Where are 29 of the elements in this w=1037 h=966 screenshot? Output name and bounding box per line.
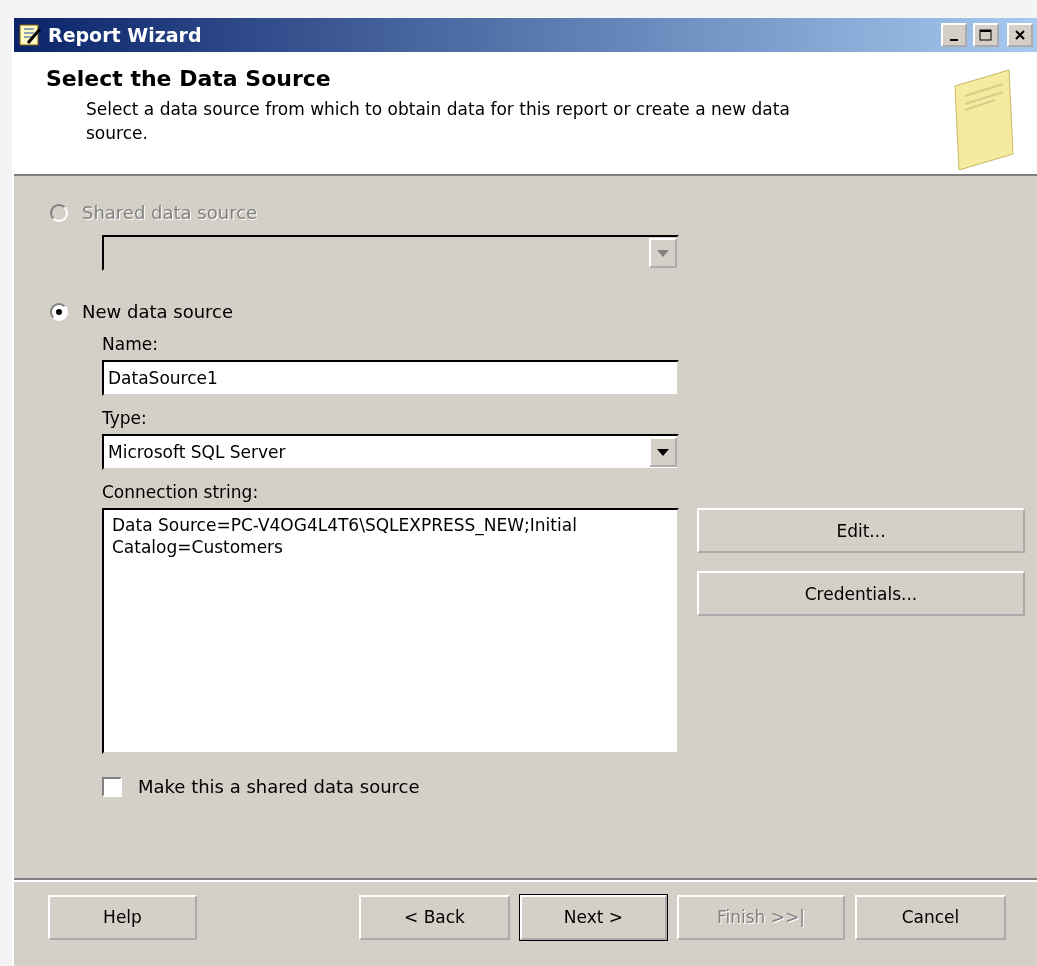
wizard-button[interactable]: < Back	[359, 894, 510, 940]
maximize-button[interactable]	[973, 23, 999, 47]
dialog-button[interactable]: Edit...	[697, 508, 1025, 553]
minimize-icon	[950, 39, 958, 41]
page-title: Select the Data Source	[46, 66, 332, 91]
radio-label: Shared data source	[82, 202, 258, 223]
dialog-button[interactable]: Credentials...	[697, 571, 1025, 616]
connection-string-field[interactable]: Data Source=PC-V4OG4L4T6\SQLEXPRESS_NEW;Initial Catalog=Customers	[102, 508, 679, 754]
wizard-button[interactable]: Cancel	[855, 894, 1006, 940]
close-button[interactable]	[1007, 23, 1033, 47]
connection-label: Connection string:	[102, 482, 260, 502]
caret-icon	[657, 249, 669, 257]
name-label: Name:	[102, 334, 159, 354]
page-description: Select a data source from which to obtain data for this report or create a new data source.	[86, 98, 791, 145]
help-button[interactable]: Help	[48, 894, 197, 940]
radio-label: New data source	[82, 301, 234, 322]
minimize-button[interactable]	[941, 23, 967, 47]
wizard-button[interactable]: Next >	[520, 894, 667, 940]
maximize-icon	[979, 29, 993, 41]
name-field[interactable]: DataSource1	[102, 360, 679, 396]
checkbox[interactable]	[102, 776, 122, 797]
caret-icon	[657, 448, 669, 456]
window-title: Report Wizard	[48, 24, 203, 46]
type-dropdown[interactable]: Microsoft SQL Server	[102, 434, 679, 470]
close-icon	[1014, 29, 1026, 41]
report-icon	[18, 23, 42, 47]
radio-button[interactable]	[50, 302, 68, 321]
type-label: Type:	[102, 408, 148, 428]
checkbox-label: Make this a shared data source	[138, 776, 420, 797]
